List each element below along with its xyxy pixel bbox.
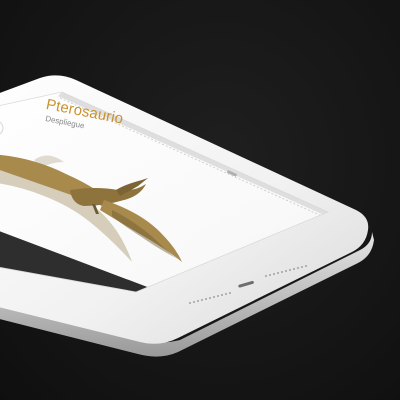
tablet-device [0, 75, 374, 357]
product-mockup: Pterosaurio Despliegue [0, 0, 400, 400]
